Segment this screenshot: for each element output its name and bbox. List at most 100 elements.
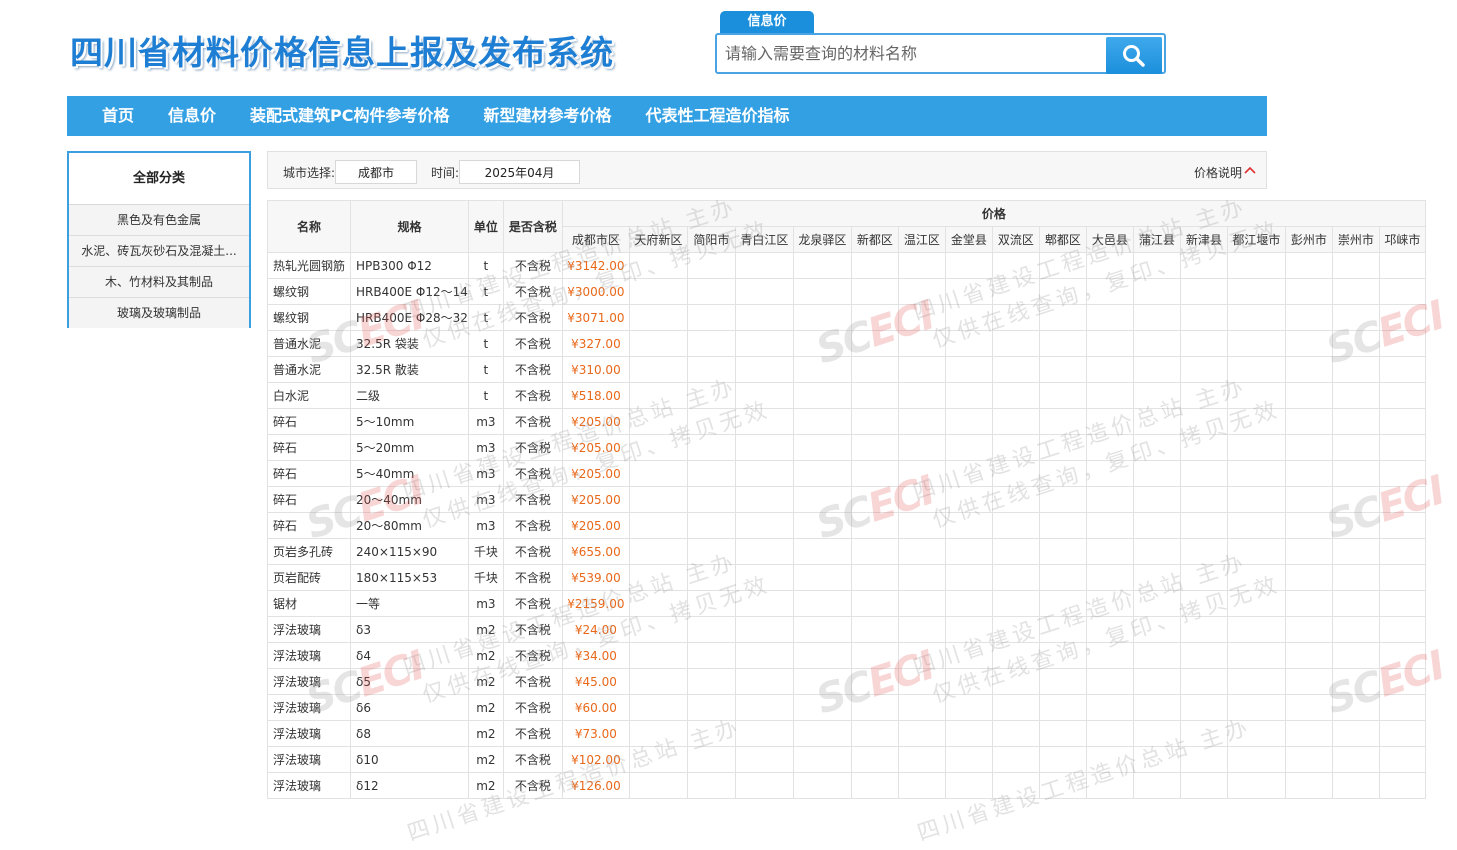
search-icon (1123, 44, 1145, 67)
cell-price-empty (1378, 538, 1426, 565)
table-row[interactable]: 普通水泥 32.5R 袋装 t 不含税 ¥327.00 (267, 330, 1426, 357)
table-row[interactable]: 浮法玻璃 δ4 m2 不含税 ¥34.00 (267, 642, 1426, 669)
table-row[interactable]: 页岩多孔砖 240×115×90 千块 不含税 ¥655.00 (267, 538, 1426, 565)
cell-price-empty (1179, 668, 1228, 695)
city-label: 城市选择: (283, 166, 336, 180)
cell-price-empty (944, 720, 993, 747)
cell-price-empty (1284, 330, 1333, 357)
cell-unit: m2 (467, 642, 504, 669)
cell-price-empty (897, 252, 946, 279)
table-row[interactable]: 浮法玻璃 δ3 m2 不含税 ¥24.00 (267, 616, 1426, 643)
cell-price-empty (1038, 356, 1087, 383)
table-row[interactable]: 浮法玻璃 δ5 m2 不含税 ¥45.00 (267, 668, 1426, 695)
cell-price: ¥3071.00 (561, 304, 630, 331)
cell-name: 螺纹钢 (267, 304, 351, 331)
cell-price-empty (1284, 564, 1333, 591)
cell-price-empty (1284, 772, 1333, 799)
cell-price-empty (792, 356, 852, 383)
city-select[interactable]: 成都市 (335, 160, 417, 184)
cell-price-empty (850, 460, 899, 487)
table-row[interactable]: 碎石 20～40mm m3 不含税 ¥205.00 (267, 486, 1426, 513)
cell-price: ¥24.00 (561, 616, 630, 643)
cell-price-empty (1378, 408, 1426, 435)
nav-item-pc-components[interactable]: 装配式建筑PC构件参考价格 (233, 96, 466, 136)
price-note-link[interactable]: 价格说明 (1194, 164, 1242, 181)
cell-price-empty (1284, 642, 1333, 669)
table-row[interactable]: 碎石 5～10mm m3 不含税 ¥205.00 (267, 408, 1426, 435)
table-row[interactable]: 碎石 5～40mm m3 不含税 ¥205.00 (267, 460, 1426, 487)
time-select[interactable]: 2025年04月 (459, 160, 580, 184)
cell-price-empty (991, 278, 1040, 305)
cell-price-empty (850, 720, 899, 747)
cell-price-empty (628, 720, 688, 747)
cell-price-empty (944, 694, 993, 721)
cell-price-empty (1378, 616, 1426, 643)
table-row[interactable]: 浮法玻璃 δ6 m2 不含税 ¥60.00 (267, 694, 1426, 721)
cell-tax: 不含税 (502, 356, 563, 383)
cell-price-empty (1378, 486, 1426, 513)
cell-price-empty (1132, 746, 1181, 773)
table-row[interactable]: 碎石 20～80mm m3 不含税 ¥205.00 (267, 512, 1426, 539)
cell-price-empty (792, 252, 852, 279)
cell-price-empty (734, 720, 794, 747)
cell-price-empty (734, 434, 794, 461)
cell-price-empty (1179, 564, 1228, 591)
table-row[interactable]: 螺纹钢 HRB400E Φ12～14 t 不含税 ¥3000.00 (267, 278, 1426, 305)
cell-tax: 不含税 (502, 512, 563, 539)
sidebar-item-wood-bamboo[interactable]: 木、竹材料及其制品 (69, 267, 249, 298)
cell-price-empty (1085, 512, 1134, 539)
table-row[interactable]: 碎石 5～20mm m3 不含税 ¥205.00 (267, 434, 1426, 461)
table-row[interactable]: 普通水泥 32.5R 散装 t 不含税 ¥310.00 (267, 356, 1426, 383)
cell-unit: 千块 (467, 538, 504, 565)
search-tab-info-price[interactable]: 信息价 (720, 11, 814, 33)
cell-price-empty (734, 564, 794, 591)
cell-price-empty (1132, 356, 1181, 383)
table-row[interactable]: 螺纹钢 HRB400E Φ28～32 t 不含税 ¥3071.00 (267, 304, 1426, 331)
sidebar-item-cement-concrete[interactable]: 水泥、砖瓦灰砂石及混凝土... (69, 236, 249, 267)
sidebar-item-metals[interactable]: 黑色及有色金属 (69, 205, 249, 236)
cell-price-empty (1179, 746, 1228, 773)
filter-bar: 城市选择: 成都市 时间: 2025年04月 价格说明 (267, 151, 1267, 189)
cell-price-empty (1378, 252, 1426, 279)
cell-price-empty (1331, 720, 1380, 747)
nav-item-home[interactable]: 首页 (67, 96, 151, 136)
col-header-city: 双流区 (991, 226, 1040, 253)
cell-price-empty (734, 772, 794, 799)
sidebar-item-glass[interactable]: 玻璃及玻璃制品 (69, 298, 249, 328)
cell-price-empty (1132, 694, 1181, 721)
cell-price-empty (1331, 772, 1380, 799)
cell-price-empty (1085, 538, 1134, 565)
col-header-city: 都江堰市 (1226, 226, 1286, 253)
cell-price-empty (628, 694, 688, 721)
cell-spec: 二级 (350, 382, 469, 409)
cell-price-empty (1226, 590, 1286, 617)
cell-tax: 不含税 (502, 772, 563, 799)
cell-price-empty (1085, 278, 1134, 305)
chevron-up-icon[interactable] (1244, 164, 1256, 178)
table-row[interactable]: 热轧光圆钢筋 HPB300 Φ12 t 不含税 ¥3142.00 (267, 252, 1426, 279)
cell-price-empty (1284, 356, 1333, 383)
table-row[interactable]: 浮法玻璃 δ8 m2 不含税 ¥73.00 (267, 720, 1426, 747)
nav-item-info-price[interactable]: 信息价 (151, 96, 233, 136)
cell-price: ¥205.00 (561, 408, 630, 435)
cell-price-empty (1038, 590, 1087, 617)
cell-price-empty (1331, 434, 1380, 461)
cell-price-empty (734, 486, 794, 513)
nav-item-cost-indicators[interactable]: 代表性工程造价指标 (629, 96, 807, 136)
cell-price-empty (1284, 460, 1333, 487)
table-row[interactable]: 锯材 一等 m3 不含税 ¥2159.00 (267, 590, 1426, 617)
nav-item-new-materials[interactable]: 新型建材参考价格 (467, 96, 629, 136)
cell-tax: 不含税 (502, 330, 563, 357)
table-row[interactable]: 浮法玻璃 δ10 m2 不含税 ¥102.00 (267, 746, 1426, 773)
table-row[interactable]: 浮法玻璃 δ12 m2 不含税 ¥126.00 (267, 772, 1426, 799)
sidebar-title[interactable]: 全部分类 (69, 153, 249, 205)
cell-tax: 不含税 (502, 564, 563, 591)
table-row[interactable]: 白水泥 二级 t 不含税 ¥518.00 (267, 382, 1426, 409)
search-button[interactable] (1106, 37, 1162, 74)
cell-spec: δ8 (350, 720, 469, 747)
cell-spec: δ12 (350, 772, 469, 799)
table-row[interactable]: 页岩配砖 180×115×53 千块 不含税 ¥539.00 (267, 564, 1426, 591)
search-input[interactable] (717, 35, 1105, 72)
cell-price-empty (1038, 564, 1087, 591)
cell-name: 碎石 (267, 512, 351, 539)
